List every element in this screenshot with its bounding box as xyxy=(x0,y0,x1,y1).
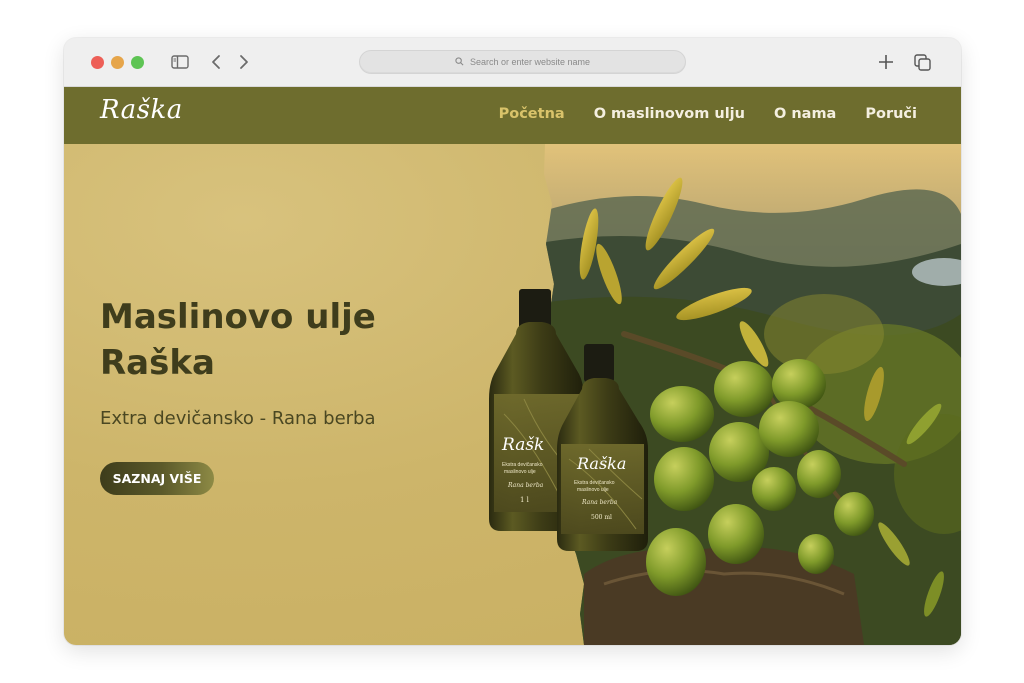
plus-icon[interactable] xyxy=(876,52,896,72)
nav-item-o-nama[interactable]: O nama xyxy=(774,106,836,122)
hero-title-line2: Raška xyxy=(100,343,215,383)
chevron-left-icon[interactable] xyxy=(206,52,226,72)
svg-text:maslinovo ulje: maslinovo ulje xyxy=(577,487,609,493)
site-logo[interactable]: Raška xyxy=(100,95,183,125)
chevron-right-icon[interactable] xyxy=(234,52,254,72)
nav-item-pocetna[interactable]: Početna xyxy=(499,106,565,122)
hero-title: Maslinovo ulje Raška xyxy=(100,294,460,386)
svg-text:Ekstra devičansko: Ekstra devičansko xyxy=(502,462,543,468)
minimize-window-button[interactable] xyxy=(111,56,124,69)
main-menu: Početna O maslinovom ulju O nama Poruči xyxy=(499,106,917,122)
svg-text:Ekstra devičansko: Ekstra devičansko xyxy=(574,480,615,486)
nav-item-o-maslinovom-ulju[interactable]: O maslinovom ulju xyxy=(594,106,745,122)
svg-text:500 ml: 500 ml xyxy=(591,514,612,521)
hero-photo: Rašk Ekstra devičansko maslinovo ulje Ra… xyxy=(489,144,961,645)
address-bar[interactable]: Search or enter website name xyxy=(359,50,686,74)
tabs-icon[interactable] xyxy=(912,52,932,72)
sidebar-icon[interactable] xyxy=(170,52,190,72)
address-placeholder: Search or enter website name xyxy=(469,57,591,67)
zoom-window-button[interactable] xyxy=(131,56,144,69)
browser-window: Search or enter website name Raška Počet… xyxy=(64,38,961,645)
hero-subtitle: Extra devičansko - Rana berba xyxy=(100,408,376,429)
close-window-button[interactable] xyxy=(91,56,104,69)
svg-text:Rašk: Rašk xyxy=(501,435,544,455)
browser-toolbar: Search or enter website name xyxy=(64,38,961,87)
svg-text:Raška: Raška xyxy=(576,454,626,473)
svg-text:Rana berba: Rana berba xyxy=(507,482,544,489)
nav-item-poruci[interactable]: Poruči xyxy=(865,106,917,122)
svg-text:1 l: 1 l xyxy=(520,496,530,504)
site-header: Raška Početna O maslinovom ulju O nama P… xyxy=(64,87,961,144)
learn-more-button[interactable]: SAZNAJ VIŠE xyxy=(100,462,214,495)
svg-text:Rana berba: Rana berba xyxy=(581,499,618,506)
hero-section: Rašk Ekstra devičansko maslinovo ulje Ra… xyxy=(64,144,961,645)
hero-title-line1: Maslinovo ulje xyxy=(100,297,376,337)
search-icon xyxy=(455,53,464,71)
svg-text:maslinovo ulje: maslinovo ulje xyxy=(504,469,536,475)
